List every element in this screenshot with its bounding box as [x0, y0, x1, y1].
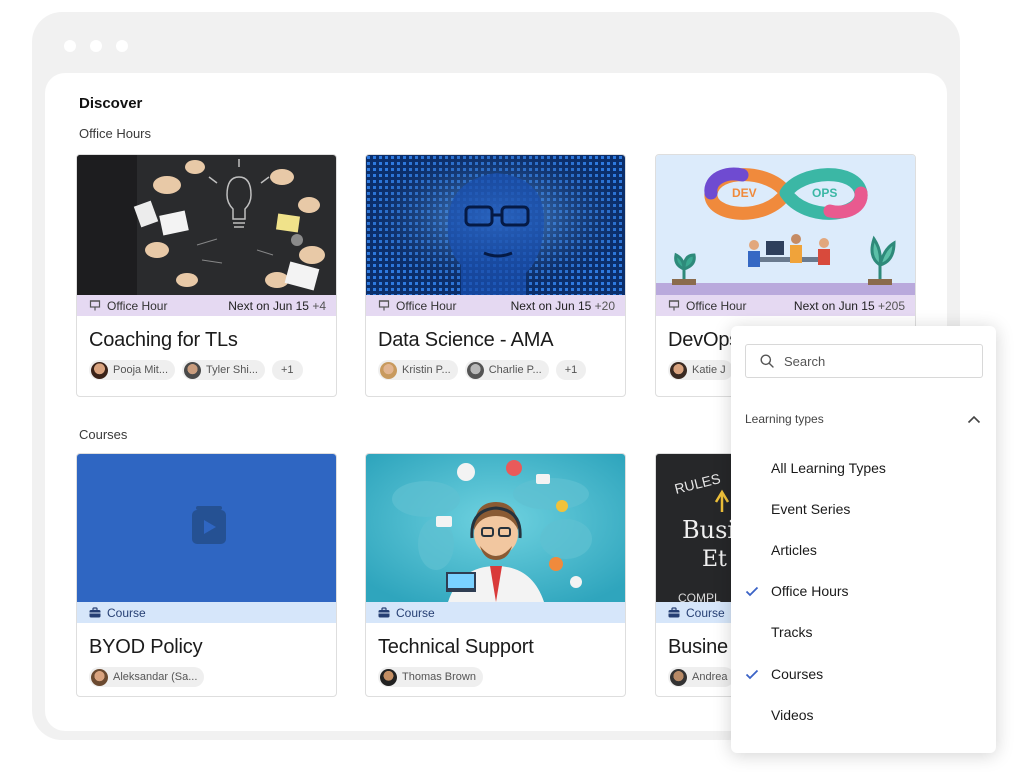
- card-image-coaching: [77, 155, 336, 295]
- author-chip[interactable]: Andrea: [668, 667, 735, 687]
- card-type-strip: Course: [366, 602, 625, 623]
- window-dot[interactable]: [90, 40, 102, 52]
- chevron-up-icon[interactable]: [967, 415, 981, 424]
- host-chip[interactable]: Kristin P...: [378, 360, 458, 380]
- course-card[interactable]: Course Technical Support Thomas Brown: [365, 453, 626, 697]
- filter-option-courses[interactable]: Courses: [745, 660, 981, 688]
- filter-option-videos[interactable]: Videos: [745, 701, 981, 729]
- office-hour-card[interactable]: Office Hour Next on Jun 15 +4 Coaching f…: [76, 154, 337, 397]
- briefcase-icon: [668, 607, 680, 618]
- checkmark-icon: [745, 586, 759, 596]
- card-image-byod: [77, 454, 336, 602]
- office-hour-card[interactable]: Office Hour Next on Jun 15 +20 Data Scie…: [365, 154, 626, 397]
- card-type-strip: Office Hour Next on Jun 15 +20: [366, 295, 625, 316]
- course-placeholder-icon: [192, 506, 226, 544]
- card-type-label: Office Hour: [396, 298, 457, 313]
- more-sessions-count: +20: [594, 298, 615, 313]
- avatar: [91, 668, 108, 686]
- devops-image-text: DEV: [732, 186, 757, 200]
- search-icon: [760, 354, 774, 368]
- filter-option-all-learning-types[interactable]: All Learning Types: [745, 454, 981, 482]
- window-dot[interactable]: [64, 40, 76, 52]
- avatar: [670, 361, 687, 379]
- card-title[interactable]: Data Science - AMA: [366, 316, 625, 352]
- host-chip[interactable]: Pooja Mit...: [89, 360, 176, 380]
- avatar: [670, 668, 687, 686]
- card-title[interactable]: Technical Support: [366, 623, 625, 659]
- section-label-courses: Courses: [79, 427, 128, 442]
- card-image-data-science: [366, 155, 625, 295]
- avatar: [184, 361, 202, 379]
- author-chip[interactable]: Thomas Brown: [378, 667, 483, 687]
- presentation-board-icon: [89, 300, 101, 311]
- avatar: [91, 361, 108, 379]
- card-type-label: Office Hour: [686, 298, 747, 313]
- card-type-strip: Office Hour Next on Jun 15 +205: [656, 295, 915, 316]
- next-session-label: Next on Jun 15: [510, 298, 592, 313]
- briefcase-icon: [378, 607, 390, 618]
- more-sessions-count: +4: [312, 298, 326, 313]
- card-type-label: Course: [107, 605, 146, 620]
- card-type-label: Course: [686, 605, 725, 620]
- card-image-devops: DEV OPS: [656, 155, 915, 295]
- learning-types-label: Learning types: [745, 412, 824, 426]
- card-title[interactable]: Coaching for TLs: [77, 316, 336, 352]
- avatar: [380, 361, 397, 379]
- filter-search-input[interactable]: [784, 353, 964, 369]
- more-hosts-chip[interactable]: +1: [555, 360, 587, 380]
- card-type-label: Course: [396, 605, 435, 620]
- card-type-strip: Office Hour Next on Jun 15 +4: [77, 295, 336, 316]
- presentation-board-icon: [668, 300, 680, 311]
- host-chip[interactable]: Tyler Shi...: [182, 360, 265, 380]
- avatar: [466, 361, 484, 379]
- avatar: [380, 668, 397, 686]
- more-sessions-count: +205: [877, 298, 905, 313]
- next-session-label: Next on Jun 15: [793, 298, 875, 313]
- filter-option-office-hours[interactable]: Office Hours: [745, 577, 981, 605]
- learning-type-filter-dropdown: Learning types All Learning Types Event …: [731, 326, 996, 753]
- host-chip[interactable]: Charlie P...: [464, 360, 549, 380]
- filter-option-articles[interactable]: Articles: [745, 536, 981, 564]
- next-session-label: Next on Jun 15: [228, 298, 309, 313]
- ethics-image-text: Et: [702, 547, 727, 572]
- filter-search-box[interactable]: [745, 344, 983, 378]
- presentation-board-icon: [378, 300, 390, 311]
- section-label-office-hours: Office Hours: [79, 126, 152, 141]
- learning-types-header[interactable]: Learning types: [745, 412, 981, 426]
- filter-option-event-series[interactable]: Event Series: [745, 495, 981, 523]
- host-chip[interactable]: Katie J: [668, 360, 733, 380]
- card-title[interactable]: BYOD Policy: [77, 623, 336, 659]
- card-type-label: Office Hour: [107, 298, 168, 313]
- window-dot[interactable]: [116, 40, 128, 52]
- briefcase-icon: [89, 607, 101, 618]
- devops-image-text: OPS: [812, 186, 837, 200]
- ethics-image-text: Busi: [682, 516, 735, 544]
- window-controls: [64, 40, 128, 52]
- page-title: Discover: [79, 95, 143, 112]
- checkmark-icon: [745, 669, 759, 679]
- course-card[interactable]: Course BYOD Policy Aleksandar (Sa...: [76, 453, 337, 697]
- author-chip[interactable]: Aleksandar (Sa...: [89, 667, 205, 687]
- card-image-technical-support: [366, 454, 625, 602]
- filter-option-tracks[interactable]: Tracks: [745, 618, 981, 646]
- card-type-strip: Course: [77, 602, 336, 623]
- more-hosts-chip[interactable]: +1: [272, 360, 303, 380]
- ethics-image-text: COMPL: [678, 591, 721, 602]
